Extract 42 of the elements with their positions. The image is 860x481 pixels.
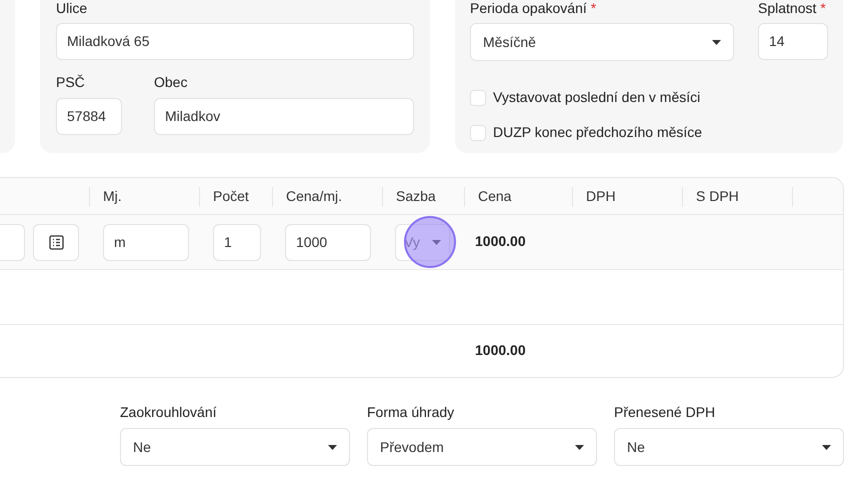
input-field[interactable]: 1 [213, 224, 261, 260]
column-header: Sazba [396, 187, 436, 206]
caret-icon [432, 240, 441, 244]
column-header: S DPH [696, 187, 739, 206]
checkbox-label: Vystavovat poslední den v měsíci [493, 88, 700, 107]
caret-icon [712, 40, 721, 44]
select-field[interactable]: Převodem [367, 428, 597, 466]
list-icon [48, 234, 64, 250]
click-indicator [404, 216, 456, 268]
caret-icon [822, 444, 831, 450]
select-field[interactable]: Ne [120, 428, 350, 466]
field-label: Perioda opakování [470, 0, 587, 18]
total-value: 1000.00 [475, 342, 526, 358]
caret-icon [575, 444, 584, 450]
field-label: Splatnost [758, 0, 816, 18]
column-header: Cena [478, 187, 512, 206]
field-label: Přenesené DPH [614, 402, 716, 422]
column-header: Počet [213, 187, 249, 206]
field-label: Zaokrouhlování [120, 402, 217, 422]
column-header: Cena/mj. [286, 187, 342, 206]
input-field[interactable]: m [103, 224, 189, 260]
column-header: DPH [586, 187, 616, 206]
input-field[interactable]: 14 [758, 23, 828, 60]
field-label: PSČ [56, 72, 85, 92]
select-field[interactable]: Ne [614, 428, 844, 466]
required-mark: * [820, 0, 826, 18]
checkbox[interactable] [470, 90, 486, 106]
input-field[interactable]: 57884 [56, 98, 122, 135]
input-field[interactable]: Miladkov [154, 98, 414, 135]
field-label: Obec [154, 72, 188, 92]
caret-icon [328, 444, 337, 450]
input-field[interactable]: Miladková 65 [56, 23, 414, 60]
list-button[interactable] [33, 224, 79, 260]
table-cell: 1000.00 [475, 233, 526, 249]
required-mark: * [590, 0, 596, 18]
checkbox-label: DUZP konec předchozího měsíce [493, 123, 702, 142]
field-label: Forma úhrady [367, 402, 454, 422]
select-field[interactable]: Měsíčně [470, 23, 734, 61]
checkbox[interactable] [470, 124, 486, 140]
column-header: Mj. [103, 187, 122, 206]
field-label: Ulice [56, 0, 88, 18]
input-field[interactable]: 1000 [285, 224, 371, 260]
